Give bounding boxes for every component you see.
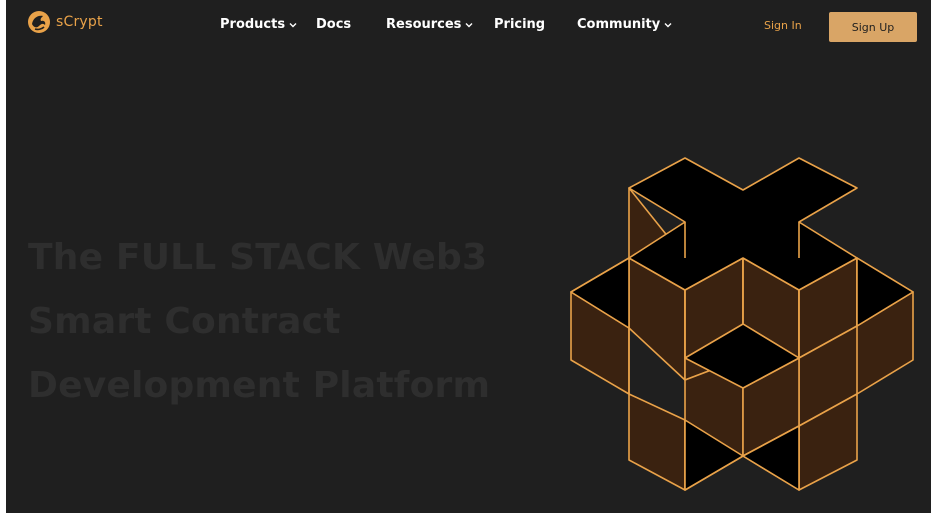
hero-title-line: Smart Contract: [28, 301, 341, 342]
nav-item-label: Community: [577, 17, 661, 32]
page: sCrypt Products Docs Resources Pricing C…: [6, 0, 931, 513]
hero-title-line: The FULL STACK Web3: [28, 237, 488, 278]
hero-title: The FULL STACK Web3 Smart Contract Devel…: [28, 226, 490, 418]
nav-item-docs[interactable]: Docs: [316, 17, 351, 32]
chevron-down-icon: [289, 22, 297, 27]
hero-title-line: Development Platform: [28, 365, 491, 406]
nav-item-label: Resources: [386, 17, 462, 32]
chevron-down-icon: [664, 22, 672, 27]
nav-item-resources[interactable]: Resources: [386, 17, 473, 32]
nav-item-label: Products: [220, 17, 286, 32]
nav-item-community[interactable]: Community: [577, 17, 672, 32]
cube-face: [628, 393, 686, 491]
chevron-down-icon: [465, 22, 473, 27]
nav-item-pricing[interactable]: Pricing: [494, 17, 545, 32]
nav-item-label: Pricing: [494, 17, 546, 32]
sign-up-button[interactable]: Sign Up: [829, 12, 917, 42]
scrypt-logo-icon: [28, 11, 50, 33]
isometric-cross-cube-illustration: [570, 157, 914, 491]
nav-item-label: Docs: [316, 17, 352, 32]
brand-name: sCrypt: [56, 14, 103, 30]
sign-in-link[interactable]: Sign In: [764, 19, 802, 32]
nav-item-products[interactable]: Products: [220, 17, 297, 32]
brand-logo-link[interactable]: sCrypt: [26, 9, 103, 35]
navbar: sCrypt Products Docs Resources Pricing C…: [6, 0, 931, 52]
